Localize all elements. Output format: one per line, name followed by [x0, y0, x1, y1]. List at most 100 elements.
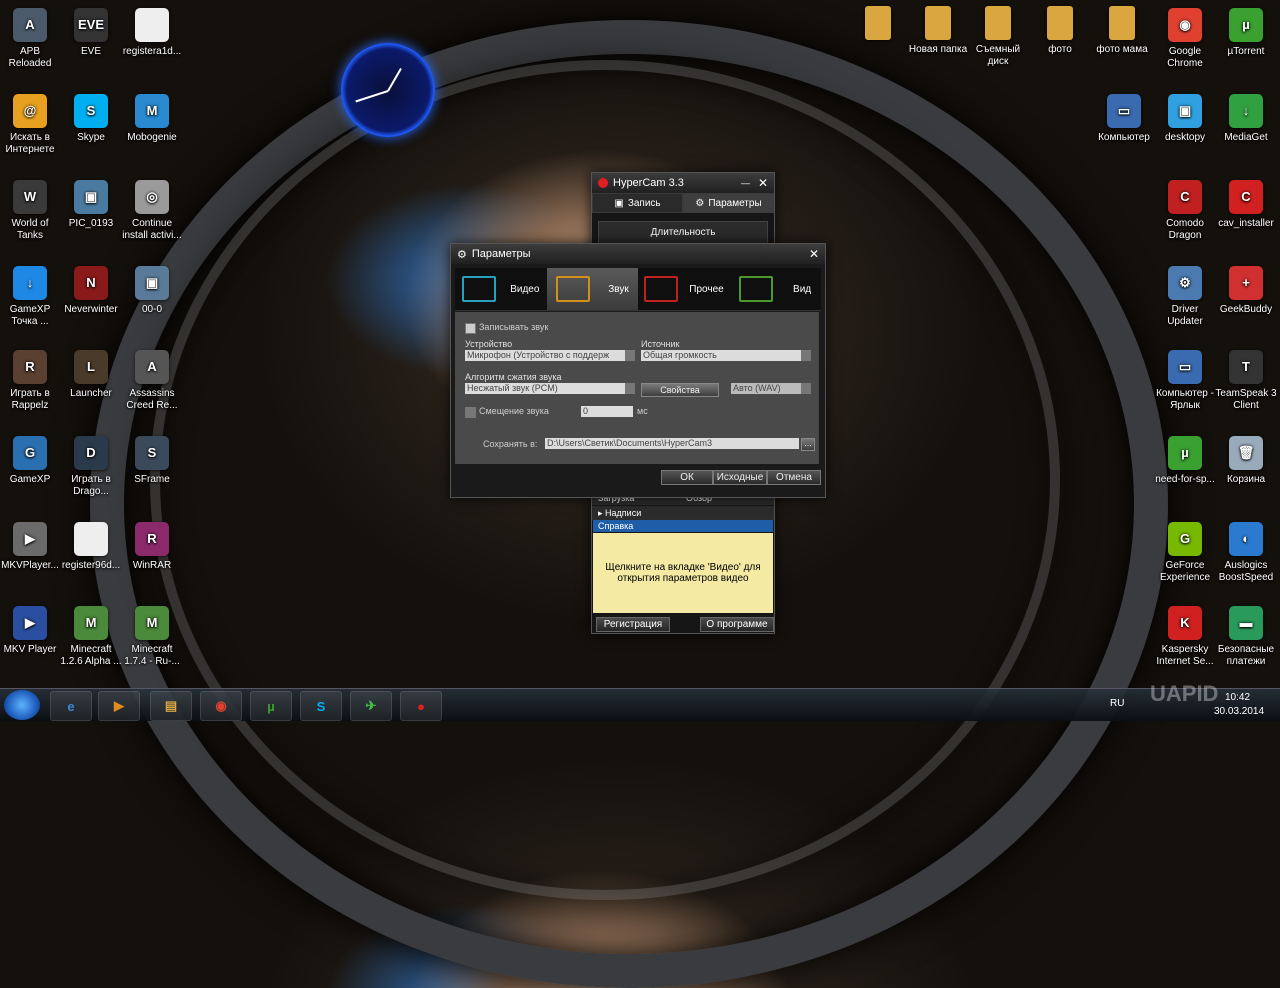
game-icon[interactable]: ✈ — [350, 691, 392, 721]
desktop-icon[interactable]: ↓ MediaGet — [1214, 94, 1278, 144]
start-button[interactable] — [4, 690, 40, 720]
desktop-icon[interactable]: M Minecraft 1.2.6 Alpha ... — [59, 606, 123, 668]
clock-gadget[interactable] — [341, 43, 435, 137]
desktop-icon[interactable]: S Skype — [59, 94, 123, 144]
desktop-icon[interactable]: D Играть в Drago... — [59, 436, 123, 498]
section-captions[interactable]: ▸ Надписи — [592, 506, 774, 520]
sound-offset-input[interactable]: 0 — [581, 406, 633, 417]
app-icon: K — [1168, 606, 1202, 640]
desktop-icon[interactable]: ▬ Безопасные платежи — [1214, 606, 1278, 668]
desktop-icon-label: Assassins Creed Re... — [126, 388, 178, 411]
utorrent-icon[interactable]: µ — [250, 691, 292, 721]
cancel-button[interactable]: Отмена — [767, 470, 821, 485]
chrome-icon[interactable]: ◉ — [200, 691, 242, 721]
device-select[interactable]: Микрофон (Устройство с поддерж — [465, 350, 635, 361]
desktop-icon[interactable]: ⚙ Driver Updater — [1153, 266, 1217, 328]
sound-offset-checkbox[interactable] — [465, 407, 476, 418]
desktop-icon[interactable]: Ccav_installer — [1214, 180, 1278, 230]
clock-hour-hand — [387, 67, 402, 92]
desktop-icon[interactable] — [846, 6, 910, 44]
desktop-icon[interactable]: N Neverwinter — [59, 266, 123, 316]
close-button[interactable]: ✕ — [758, 176, 768, 190]
desktop-icon[interactable]: register96d... — [59, 522, 123, 572]
desktop-icon[interactable]: 🗑 Корзина — [1214, 436, 1278, 486]
desktop-icon-label: cav_installer — [1218, 218, 1274, 229]
desktop-icon[interactable]: G GameXP — [0, 436, 62, 486]
defaults-button[interactable]: Исходные — [713, 470, 767, 485]
desktop-icon[interactable]: ▶ MKVPlayer... — [0, 522, 62, 572]
desktop-icon[interactable]: M Mobogenie — [120, 94, 184, 144]
desktop-icon[interactable]: ▣ 00-0 — [120, 266, 184, 316]
codec-select[interactable]: Несжатый звук (PCM) — [465, 383, 635, 394]
desktop-icon[interactable]: Новая папка — [906, 6, 970, 56]
desktop-icon[interactable]: G GeForce Experience — [1153, 522, 1217, 584]
folder-icon — [865, 6, 891, 40]
desktop-icon[interactable]: A APB Reloaded — [0, 8, 62, 70]
desktop-icon[interactable]: ▶ MKV Player — [0, 606, 62, 656]
tab-record[interactable]: ▣ Запись — [592, 193, 683, 213]
params-tab[interactable]: Вид — [730, 268, 822, 310]
desktop-icon[interactable]: K Kaspersky Internet Se... — [1153, 606, 1217, 668]
params-tab-label: Звук — [608, 283, 629, 295]
params-titlebar[interactable]: ⚙ Параметры ✕ — [451, 244, 825, 264]
app-icon: M — [135, 94, 169, 128]
desktop-icon[interactable]: EVE EVE — [59, 8, 123, 58]
params-dialog[interactable]: ⚙ Параметры ✕ Видео Звук Прочее Вид Записыв… — [450, 243, 826, 498]
desktop-icon-label: Mobogenie — [127, 132, 177, 143]
desktop-icon[interactable]: µ µTorrent — [1214, 8, 1278, 58]
codec-properties-button[interactable]: Свойства — [641, 383, 719, 397]
desktop-icon[interactable]: registera1d... — [120, 8, 184, 58]
desktop-icon[interactable]: R Играть в Rappelz — [0, 350, 62, 412]
hypercam-taskbar-icon[interactable]: ● — [400, 691, 442, 721]
desktop-icon[interactable]: ▣ desktopy — [1153, 94, 1217, 144]
desktop-icon[interactable]: C Comodo Dragon — [1153, 180, 1217, 242]
app-icon: ▭ — [1168, 350, 1202, 384]
desktop-icon[interactable]: фото мама — [1090, 6, 1154, 56]
media-player-icon[interactable]: ▶ — [98, 691, 140, 721]
desktop-icon-label: Играть в Rappelz — [10, 388, 50, 411]
desktop-icon[interactable]: L Launcher — [59, 350, 123, 400]
desktop-icon[interactable]: A Assassins Creed Re... — [120, 350, 184, 412]
ok-button[interactable]: ОК — [661, 470, 713, 485]
desktop-icon[interactable]: @ Искать в Интернете — [0, 94, 62, 156]
desktop-icon[interactable]: S SFrame — [120, 436, 184, 486]
desktop-icon[interactable]: Съемный диск — [966, 6, 1030, 68]
desktop-icon[interactable]: ↓ GameXP Точка ... — [0, 266, 62, 328]
tab-params[interactable]: ⚙ Параметры — [683, 193, 774, 213]
skype-icon[interactable]: S — [300, 691, 342, 721]
desktop-icon[interactable]: ▣ PIC_0193 — [59, 180, 123, 230]
source-select[interactable]: Общая громкость — [641, 350, 811, 361]
desktop-icon-label: Neverwinter — [64, 304, 118, 315]
desktop-icon[interactable]: + GeekBuddy — [1214, 266, 1278, 316]
params-tab[interactable]: Звук — [546, 268, 638, 310]
desktop-icon-computer[interactable]: ▭ Компьютер — [1092, 94, 1156, 144]
close-button[interactable]: ✕ — [809, 247, 819, 261]
clock-date[interactable]: 30.03.2014 — [1214, 706, 1264, 717]
minimize-button[interactable]: — — [741, 178, 750, 188]
save-path-input[interactable]: D:\Users\Светик\Documents\HyperCam3 — [545, 438, 799, 449]
record-sound-checkbox[interactable] — [465, 323, 476, 334]
internet-explorer-icon[interactable]: e — [50, 691, 92, 721]
register-button[interactable]: Регистрация — [596, 617, 670, 632]
desktop-icon[interactable]: W World of Tanks — [0, 180, 62, 242]
desktop-icon[interactable]: ◎ Continue install activi... — [120, 180, 184, 242]
about-button[interactable]: О программе — [700, 617, 774, 632]
browse-button[interactable]: ... — [801, 438, 815, 451]
desktop-icon[interactable]: ◐ Auslogics BoostSpeed — [1214, 522, 1278, 584]
desktop-icon[interactable]: фото — [1028, 6, 1092, 56]
desktop-icon[interactable]: R WinRAR — [120, 522, 184, 572]
hypercam-titlebar[interactable]: HyperCam 3.3 — ✕ — [592, 173, 774, 193]
desktop-icon[interactable]: µ need-for-sp... — [1153, 436, 1217, 486]
params-tab[interactable]: Видео — [455, 268, 547, 310]
desktop-icon[interactable]: M Minecraft 1.7.4 - Ru-... — [120, 606, 184, 668]
desktop-icon[interactable]: ◉ Google Chrome — [1153, 8, 1217, 70]
app-icon: 🗑 — [1229, 436, 1263, 470]
clock-time[interactable]: 10:42 — [1225, 692, 1250, 703]
params-tab[interactable]: Прочее — [638, 268, 730, 310]
app-icon: N — [74, 266, 108, 300]
format-select[interactable]: Авто (WAV) — [731, 383, 811, 394]
desktop-icon[interactable]: T TeamSpeak 3 Client — [1214, 350, 1278, 412]
language-indicator[interactable]: RU — [1110, 698, 1124, 709]
desktop-icon[interactable]: ▭ Компьютер - Ярлык — [1153, 350, 1217, 412]
explorer-folder-icon[interactable]: ▤ — [150, 691, 192, 721]
